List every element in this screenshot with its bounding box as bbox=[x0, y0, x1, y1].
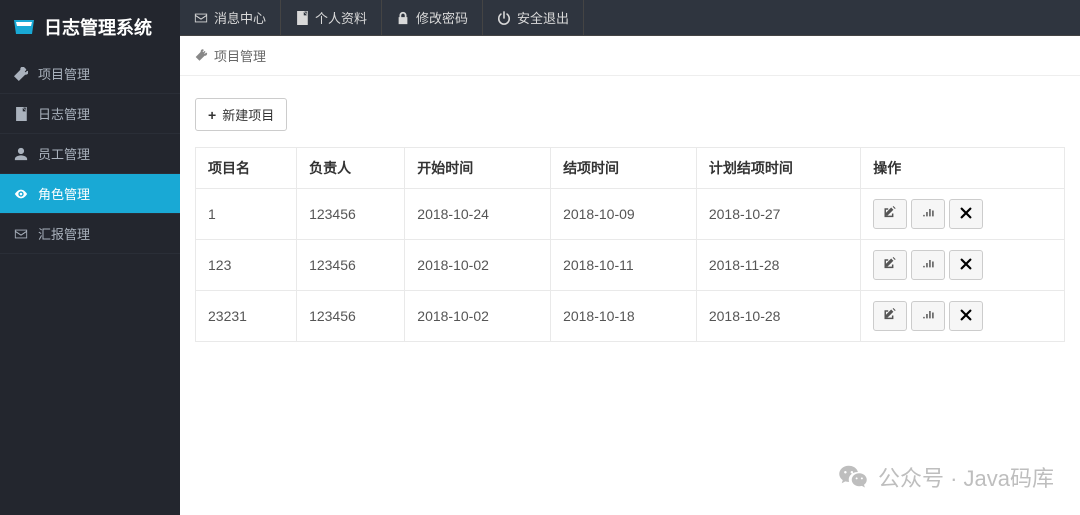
table-row: 1231234562018-10-022018-10-112018-11-28 bbox=[196, 240, 1065, 291]
delete-button[interactable] bbox=[949, 301, 983, 331]
sidebar-item-label: 日志管理 bbox=[38, 104, 90, 123]
col-header-4: 计划结项时间 bbox=[696, 148, 860, 189]
col-header-0: 项目名 bbox=[196, 148, 297, 189]
cell-actions bbox=[861, 189, 1065, 240]
sidebar-item-label: 项目管理 bbox=[38, 64, 90, 83]
cell-plan_end: 2018-11-28 bbox=[696, 240, 860, 291]
close-icon bbox=[959, 308, 973, 325]
cell-actions bbox=[861, 240, 1065, 291]
top-link-label: 消息中心 bbox=[214, 8, 266, 27]
stats-button[interactable] bbox=[911, 199, 945, 229]
top-link-1[interactable]: 个人资料 bbox=[281, 0, 382, 35]
edit-icon bbox=[883, 206, 897, 223]
breadcrumb-label: 项目管理 bbox=[214, 46, 266, 65]
close-icon bbox=[959, 257, 973, 274]
cell-name: 123 bbox=[196, 240, 297, 291]
sidebar-item-1[interactable]: 日志管理 bbox=[0, 94, 180, 134]
table-row: 232311234562018-10-022018-10-182018-10-2… bbox=[196, 291, 1065, 342]
col-header-2: 开始时间 bbox=[405, 148, 551, 189]
table-row: 11234562018-10-242018-10-092018-10-27 bbox=[196, 189, 1065, 240]
cell-plan_end: 2018-10-28 bbox=[696, 291, 860, 342]
col-header-1: 负责人 bbox=[297, 148, 405, 189]
logo-icon bbox=[12, 18, 36, 36]
edit-button[interactable] bbox=[873, 250, 907, 280]
main-area: 消息中心 个人资料 修改密码 安全退出 项目管理 + 新建项目 项目名负责人开始时间结… bbox=[180, 0, 1080, 515]
doc-icon bbox=[295, 11, 309, 25]
topbar: 消息中心 个人资料 修改密码 安全退出 bbox=[180, 0, 1080, 36]
edit-button[interactable] bbox=[873, 301, 907, 331]
doc-icon bbox=[14, 107, 28, 121]
lock-icon bbox=[396, 11, 410, 25]
col-header-3: 结项时间 bbox=[551, 148, 697, 189]
power-icon bbox=[497, 11, 511, 25]
stats-button[interactable] bbox=[911, 301, 945, 331]
plus-icon: + bbox=[208, 107, 216, 123]
chart-icon bbox=[921, 206, 935, 223]
col-header-5: 操作 bbox=[861, 148, 1065, 189]
cell-owner: 123456 bbox=[297, 291, 405, 342]
cell-start: 2018-10-02 bbox=[405, 291, 551, 342]
top-link-label: 安全退出 bbox=[517, 8, 569, 27]
sidebar-item-label: 员工管理 bbox=[38, 144, 90, 163]
app-title: 日志管理系统 bbox=[44, 14, 152, 40]
user-icon bbox=[14, 147, 28, 161]
edit-icon bbox=[883, 257, 897, 274]
edit-icon bbox=[883, 308, 897, 325]
top-link-2[interactable]: 修改密码 bbox=[382, 0, 483, 35]
new-project-button[interactable]: + 新建项目 bbox=[195, 98, 287, 131]
top-link-0[interactable]: 消息中心 bbox=[180, 0, 281, 35]
cell-name: 23231 bbox=[196, 291, 297, 342]
close-icon bbox=[959, 206, 973, 223]
app-logo: 日志管理系统 bbox=[0, 0, 180, 54]
cell-end: 2018-10-09 bbox=[551, 189, 697, 240]
sidebar-item-4[interactable]: 汇报管理 bbox=[0, 214, 180, 254]
chart-icon bbox=[921, 308, 935, 325]
top-link-3[interactable]: 安全退出 bbox=[483, 0, 584, 35]
delete-button[interactable] bbox=[949, 250, 983, 280]
wrench-icon bbox=[14, 67, 28, 81]
wrench-icon bbox=[195, 49, 208, 62]
cell-end: 2018-10-18 bbox=[551, 291, 697, 342]
cell-owner: 123456 bbox=[297, 240, 405, 291]
breadcrumb: 项目管理 bbox=[180, 36, 1080, 76]
cell-start: 2018-10-02 bbox=[405, 240, 551, 291]
table-header-row: 项目名负责人开始时间结项时间计划结项时间操作 bbox=[196, 148, 1065, 189]
sidebar: 日志管理系统 项目管理日志管理员工管理角色管理汇报管理 bbox=[0, 0, 180, 515]
stats-button[interactable] bbox=[911, 250, 945, 280]
sidebar-item-3[interactable]: 角色管理 bbox=[0, 174, 180, 214]
new-button-label: 新建项目 bbox=[222, 105, 274, 124]
eye-icon bbox=[14, 187, 28, 201]
cell-plan_end: 2018-10-27 bbox=[696, 189, 860, 240]
sidebar-item-2[interactable]: 员工管理 bbox=[0, 134, 180, 174]
cell-start: 2018-10-24 bbox=[405, 189, 551, 240]
mail-icon bbox=[14, 227, 28, 241]
mail-icon bbox=[194, 11, 208, 25]
cell-owner: 123456 bbox=[297, 189, 405, 240]
chart-icon bbox=[921, 257, 935, 274]
cell-name: 1 bbox=[196, 189, 297, 240]
sidebar-item-label: 角色管理 bbox=[38, 184, 90, 203]
top-link-label: 修改密码 bbox=[416, 8, 468, 27]
projects-table: 项目名负责人开始时间结项时间计划结项时间操作 11234562018-10-24… bbox=[195, 147, 1065, 342]
cell-actions bbox=[861, 291, 1065, 342]
top-link-label: 个人资料 bbox=[315, 8, 367, 27]
delete-button[interactable] bbox=[949, 199, 983, 229]
edit-button[interactable] bbox=[873, 199, 907, 229]
cell-end: 2018-10-11 bbox=[551, 240, 697, 291]
content: + 新建项目 项目名负责人开始时间结项时间计划结项时间操作 1123456201… bbox=[180, 76, 1080, 515]
sidebar-item-label: 汇报管理 bbox=[38, 224, 90, 243]
sidebar-item-0[interactable]: 项目管理 bbox=[0, 54, 180, 94]
